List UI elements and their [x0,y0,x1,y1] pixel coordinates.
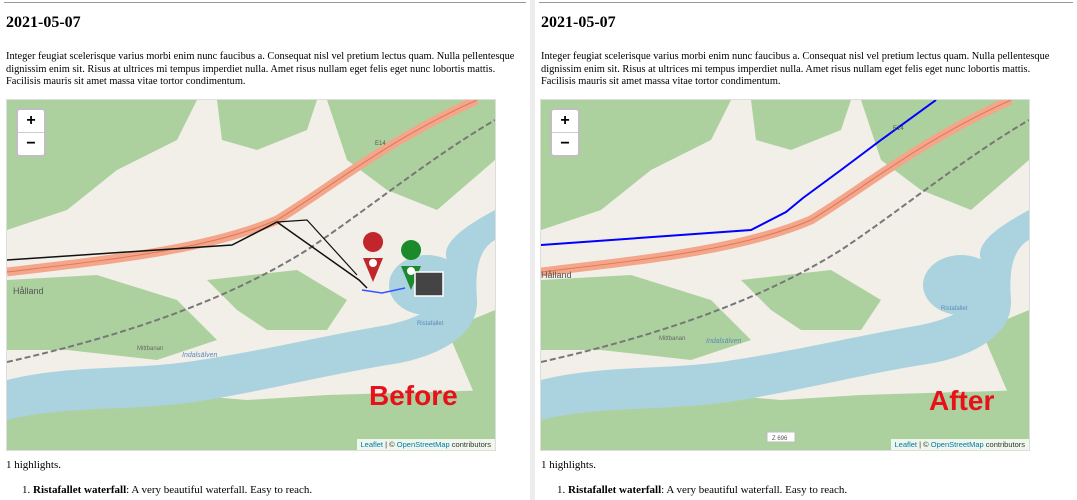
highlights-count: 1 highlights. [541,459,597,471]
zoom-in-button[interactable]: + [552,110,578,132]
label-rail: Mittbanan [659,336,685,342]
attribution-sep: | © [383,440,397,449]
label-road: E14 [893,126,904,132]
leaflet-link[interactable]: Leaflet [895,440,918,449]
label-halland: Hålland [541,270,572,280]
label-halland: Hålland [13,286,44,296]
zoom-control: + − [16,108,46,157]
label-road: E14 [375,141,386,147]
entry-date: 2021-05-07 [6,14,81,31]
label-rail: Mittbanan [137,346,163,352]
highlight-item: 1. Ristafallet waterfall: A very beautif… [557,484,847,496]
highlight-item: 1. Ristafallet waterfall: A very beautif… [22,484,312,496]
item-name: Ristafallet waterfall [33,484,127,496]
zoom-out-button[interactable]: − [552,132,578,155]
label-waterfall: Ristafallet [417,321,444,327]
map-attribution: Leaflet | © OpenStreetMap contributors [356,439,495,450]
item-number: 1. [22,484,31,496]
item-desc: : A very beautiful waterfall. Easy to re… [661,484,848,496]
leaflet-link[interactable]: Leaflet [361,440,384,449]
zoom-control: + − [550,108,580,157]
map-attribution: Leaflet | © OpenStreetMap contributors [890,439,1029,450]
attribution-rest: contributors [983,440,1025,449]
entry-paragraph: Integer feugiat scelerisque varius morbi… [6,51,515,88]
zoom-out-button[interactable]: − [18,132,44,155]
map-before[interactable]: Hålland Indalsälven Mittbanan Ristafalle… [6,99,496,451]
after-stamp: After [929,385,995,416]
item-number: 1. [557,484,566,496]
attribution-sep: | © [917,440,931,449]
zoom-in-button[interactable]: + [18,110,44,132]
highlights-count: 1 highlights. [6,459,62,471]
item-name: Ristafallet waterfall [568,484,662,496]
osm-link[interactable]: OpenStreetMap [931,440,984,449]
label-river: Indalsälven [182,352,218,359]
label-road-z: Z 696 [772,436,788,442]
label-waterfall: Ristafallet [941,306,968,312]
map-after[interactable]: Hålland Indalsälven Mittbanan Ristafalle… [540,99,1030,451]
before-stamp: Before [369,380,458,411]
pane-top-rule [4,2,526,3]
entry-date: 2021-05-07 [541,14,616,31]
item-desc: : A very beautiful waterfall. Easy to re… [126,484,313,496]
label-river: Indalsälven [706,338,742,345]
before-pane: 2021-05-07 Integer feugiat scelerisque v… [0,0,530,500]
entry-paragraph: Integer feugiat scelerisque varius morbi… [541,51,1050,88]
after-pane: 2021-05-07 Integer feugiat scelerisque v… [535,0,1077,500]
pane-top-rule [539,2,1073,3]
attribution-rest: contributors [449,440,491,449]
osm-link[interactable]: OpenStreetMap [397,440,450,449]
